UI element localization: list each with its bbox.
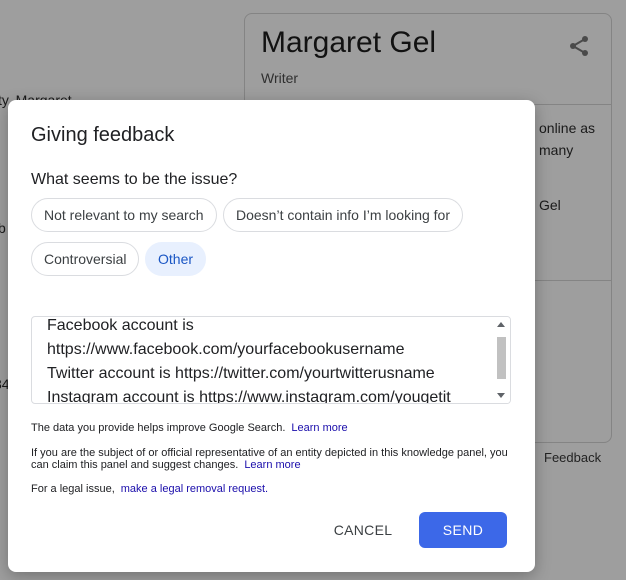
panel-text-fragment: online as [539, 120, 596, 136]
background-text-fragment: b [0, 220, 6, 236]
chip-missing-info[interactable]: Doesn’t contain info I’m looking for [223, 198, 463, 232]
send-button[interactable]: SEND [419, 512, 507, 548]
feedback-text-line: Instagram account is https://www.instagr… [47, 389, 451, 404]
panel-text-fragment: Gel [539, 197, 561, 213]
panel-text-fragment: many [539, 142, 574, 158]
learn-more-link[interactable]: Learn more [291, 422, 347, 434]
scroll-down-arrow-icon[interactable] [497, 393, 505, 398]
share-icon[interactable] [567, 34, 591, 58]
chip-not-relevant[interactable]: Not relevant to my search [31, 198, 217, 232]
issue-question: What seems to be the issue? [31, 171, 238, 188]
feedback-text-content: Facebook account is https://www.facebook… [47, 317, 492, 404]
legal-removal-link[interactable]: make a legal removal request. [121, 483, 268, 495]
claim-panel-notice: If you are the subject of or official re… [31, 447, 516, 471]
panel-title: Margaret Gel [261, 26, 437, 59]
feedback-text-line: Facebook account is [47, 317, 194, 334]
feedback-text-line: Twitter account is https://twitter.com/y… [47, 365, 435, 382]
legal-notice: For a legal issue, make a legal removal r… [31, 483, 268, 495]
panel-feedback-link[interactable]: Feedback [544, 450, 601, 465]
feedback-dialog: Giving feedback What seems to be the iss… [8, 100, 535, 572]
textarea-scrollbar[interactable] [493, 317, 510, 403]
claim-learn-more-link[interactable]: Learn more [244, 459, 300, 471]
chip-other[interactable]: Other [145, 242, 207, 276]
cancel-button[interactable]: CANCEL [326, 512, 400, 548]
scrollbar-thumb[interactable] [497, 337, 506, 379]
panel-subtitle: Writer [261, 70, 299, 86]
data-use-notice: The data you provide helps improve Googl… [31, 422, 348, 434]
chip-controversial[interactable]: Controversial [31, 242, 140, 276]
feedback-text-line: https://www.facebook.com/yourfacebookuse… [47, 341, 405, 358]
dialog-title: Giving feedback [31, 124, 175, 146]
scroll-up-arrow-icon[interactable] [497, 322, 505, 327]
data-use-text: The data you provide helps improve Googl… [31, 422, 286, 434]
feedback-textarea[interactable]: Facebook account is https://www.facebook… [31, 316, 511, 404]
legal-text: For a legal issue, [31, 483, 115, 495]
